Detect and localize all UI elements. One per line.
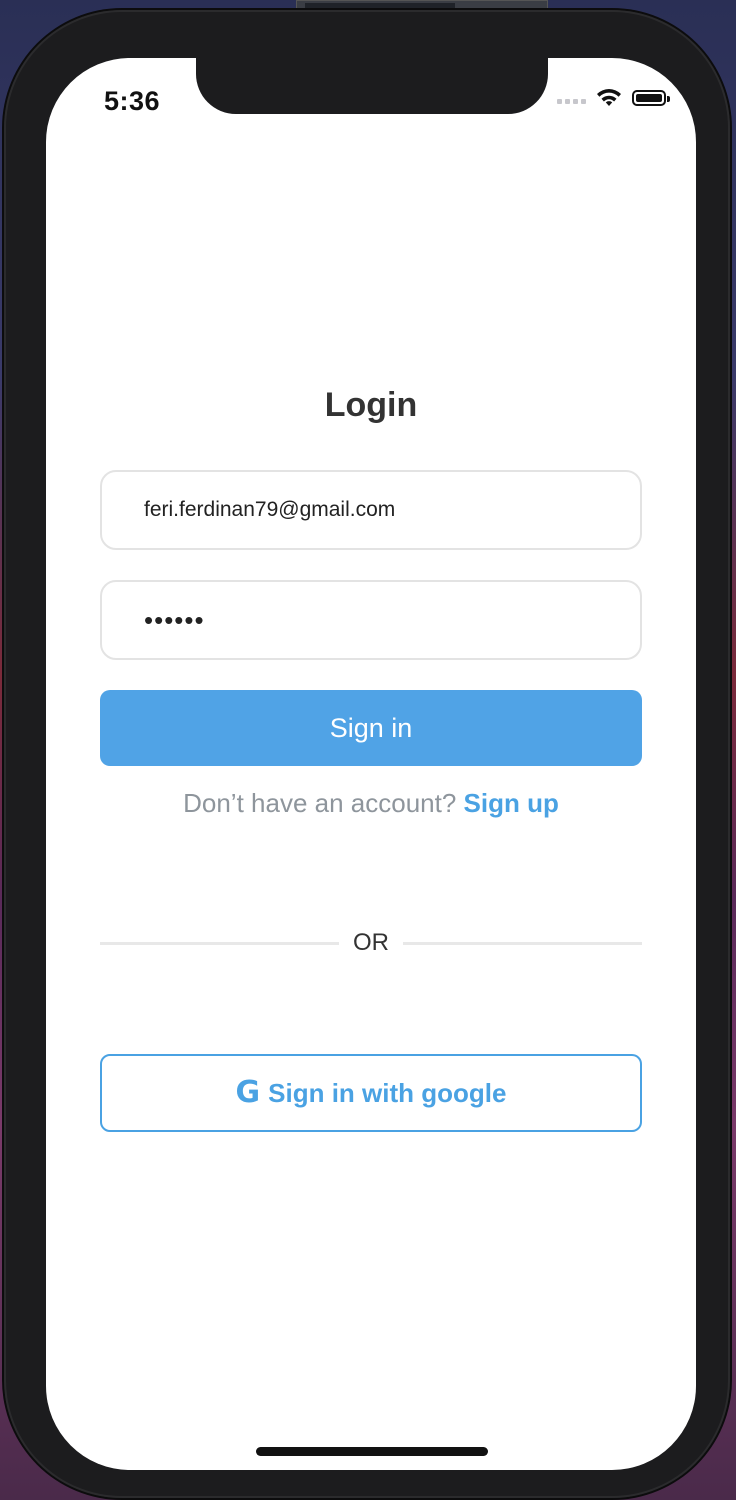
google-icon: G	[235, 1075, 261, 1110]
sign-up-link[interactable]: Sign up	[464, 788, 559, 818]
password-field[interactable]: ••••••	[100, 580, 642, 660]
password-value: ••••••	[144, 604, 205, 635]
sign-in-button[interactable]: Sign in	[100, 690, 642, 766]
wifi-icon	[597, 89, 621, 106]
battery-icon	[632, 90, 670, 106]
status-time: 5:36	[104, 86, 161, 116]
signup-prompt-text: Don’t have an account?	[183, 788, 457, 818]
page-title: Login	[324, 386, 418, 424]
email-value: feri.ferdinan79@gmail.com	[144, 498, 396, 521]
app-screen: 5:36 Login feri.ferdinan79@gmail.com •••…	[46, 58, 696, 1470]
device-frame: 5:36 Login feri.ferdinan79@gmail.com •••…	[4, 10, 730, 1498]
signup-prompt-row: Don’t have an account? Sign up	[46, 788, 696, 819]
email-field[interactable]: feri.ferdinan79@gmail.com	[100, 470, 642, 550]
status-indicators	[557, 88, 670, 108]
divider-line-right	[403, 941, 642, 945]
home-indicator[interactable]	[256, 1447, 488, 1456]
divider-line-left	[100, 941, 339, 945]
google-sign-in-button[interactable]: G Sign in with google	[100, 1054, 642, 1132]
divider-text: OR	[353, 929, 389, 956]
cellular-signal-icon	[557, 92, 586, 104]
device-notch	[196, 58, 548, 114]
google-sign-in-label: Sign in with google	[268, 1077, 507, 1108]
sign-in-label: Sign in	[329, 712, 413, 743]
or-divider: OR	[100, 926, 642, 960]
